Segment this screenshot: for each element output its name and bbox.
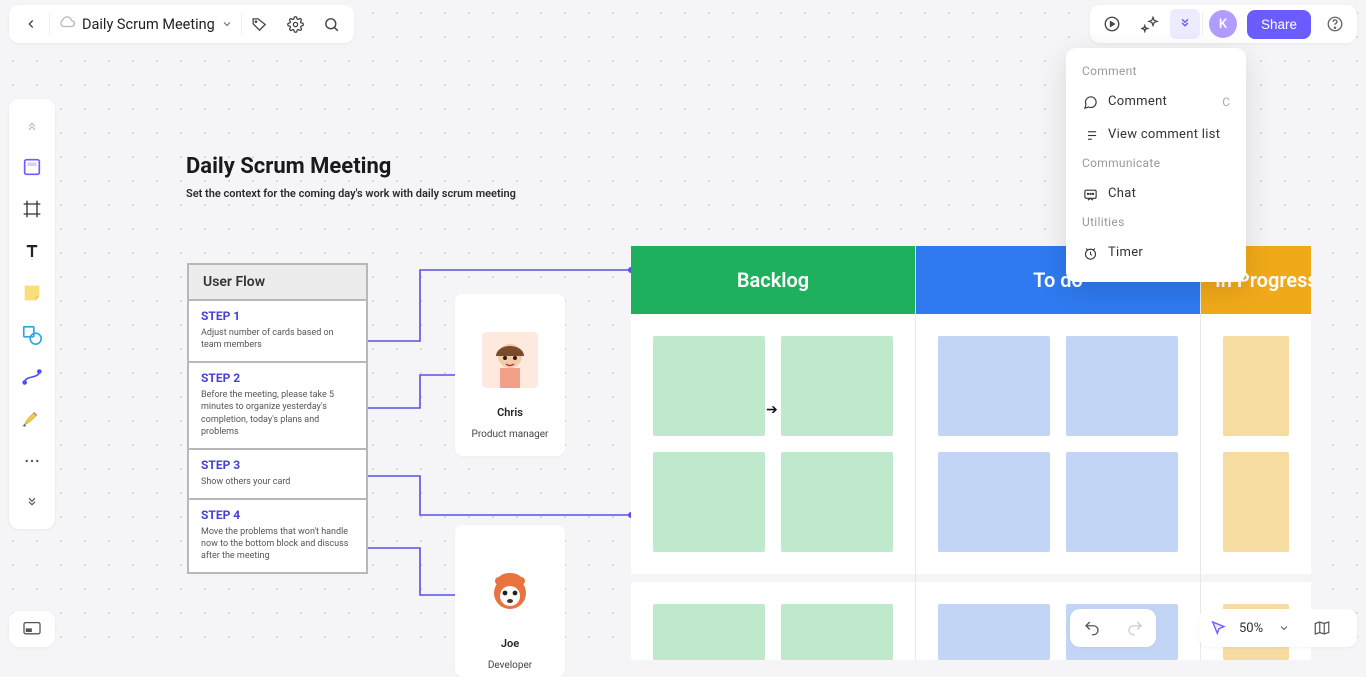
comment-icon xyxy=(1082,94,1098,110)
page-title-block: Daily Scrum Meeting Set the context for … xyxy=(186,154,516,200)
document-title[interactable]: Daily Scrum Meeting xyxy=(50,13,241,35)
tool-connector[interactable] xyxy=(14,359,50,395)
user-avatar[interactable]: K xyxy=(1209,10,1237,38)
kanban-card[interactable] xyxy=(1066,452,1178,552)
tool-sticky-note[interactable] xyxy=(14,275,50,311)
history-bar xyxy=(1070,609,1156,647)
pointer-button[interactable] xyxy=(1199,609,1237,647)
page-subtitle: Set the context for the coming day's wor… xyxy=(186,187,516,200)
kanban-card[interactable] xyxy=(1223,452,1289,552)
person-card-chris[interactable]: Chris Product manager xyxy=(455,294,565,456)
cloud-icon xyxy=(58,13,76,35)
kanban-card[interactable] xyxy=(653,336,765,436)
search-button[interactable] xyxy=(314,6,350,42)
comment-menu-button[interactable] xyxy=(1170,9,1200,39)
tag-button[interactable] xyxy=(242,6,278,42)
zoom-dropdown-button[interactable] xyxy=(1265,609,1303,647)
dd-item-comment[interactable]: Comment C xyxy=(1066,86,1246,119)
userflow-step-3[interactable]: STEP 3 Show others your card xyxy=(189,450,366,500)
present-button[interactable] xyxy=(1094,6,1130,42)
kanban-card[interactable] xyxy=(781,452,893,552)
kanban-card[interactable] xyxy=(781,604,893,660)
tool-text[interactable] xyxy=(14,233,50,269)
chevron-down-icon xyxy=(221,18,233,30)
dd-section-utilities: Utilities xyxy=(1066,211,1246,237)
dd-item-chat[interactable]: Chat xyxy=(1066,178,1246,211)
kanban-card[interactable] xyxy=(781,336,893,436)
kanban-col-in-progress[interactable]: In Progress xyxy=(1201,246,1311,660)
list-icon xyxy=(1082,127,1098,143)
back-button[interactable] xyxy=(13,6,49,42)
redo-button[interactable] xyxy=(1116,609,1154,647)
kanban-card[interactable] xyxy=(938,452,1050,552)
userflow-step-4[interactable]: STEP 4 Move the problems that won't hand… xyxy=(189,500,366,572)
timer-icon xyxy=(1082,245,1098,261)
header-right: K Share xyxy=(1090,5,1357,43)
tool-container[interactable] xyxy=(14,149,50,185)
avatar-joe xyxy=(482,563,538,619)
tool-more[interactable] xyxy=(14,443,50,479)
chat-icon xyxy=(1082,186,1098,202)
kanban-card[interactable] xyxy=(938,336,1050,436)
expand-toolbar-button[interactable] xyxy=(14,485,50,521)
left-toolbar xyxy=(9,99,55,529)
undo-button[interactable] xyxy=(1073,609,1111,647)
kanban-card[interactable] xyxy=(938,604,1050,660)
kanban-card[interactable] xyxy=(653,452,765,552)
kanban-card[interactable] xyxy=(1066,336,1178,436)
kanban-col-backlog[interactable]: Backlog xyxy=(631,246,916,660)
kanban-col-todo[interactable]: To do xyxy=(916,246,1201,660)
page-title: Daily Scrum Meeting xyxy=(186,154,516,179)
dd-item-view-comment-list[interactable]: View comment list xyxy=(1066,119,1246,152)
collapse-toolbar-button[interactable] xyxy=(14,107,50,143)
tool-frame[interactable] xyxy=(14,191,50,227)
comment-dropdown: Comment Comment C View comment list Comm… xyxy=(1066,48,1246,282)
tool-shape[interactable] xyxy=(14,317,50,353)
dd-section-communicate: Communicate xyxy=(1066,152,1246,178)
userflow-step-1[interactable]: STEP 1 Adjust number of cards based on t… xyxy=(189,301,366,363)
map-view-button[interactable] xyxy=(1303,609,1341,647)
userflow-card[interactable]: User Flow STEP 1 Adjust number of cards … xyxy=(187,263,368,574)
dd-section-comment: Comment xyxy=(1066,60,1246,86)
arrow-icon: ➔ xyxy=(766,402,778,418)
minimap-button[interactable] xyxy=(9,611,55,647)
help-button[interactable] xyxy=(1317,6,1353,42)
header-left: Daily Scrum Meeting xyxy=(9,5,354,43)
tool-pen[interactable] xyxy=(14,401,50,437)
view-bar: 50% xyxy=(1199,609,1357,647)
dd-item-timer[interactable]: Timer xyxy=(1066,237,1246,270)
userflow-header: User Flow xyxy=(189,265,366,301)
kanban-board[interactable]: Backlog To do In Progress xyxy=(631,246,1311,660)
zoom-value: 50% xyxy=(1237,621,1265,636)
userflow-step-2[interactable]: STEP 2 Before the meeting, please take 5… xyxy=(189,363,366,450)
sparkle-button[interactable] xyxy=(1132,6,1168,42)
kanban-card[interactable] xyxy=(653,604,765,660)
person-card-joe[interactable]: Joe Developer xyxy=(455,525,565,677)
share-button[interactable]: Share xyxy=(1247,10,1311,39)
document-title-text: Daily Scrum Meeting xyxy=(82,16,215,33)
settings-button[interactable] xyxy=(278,6,314,42)
avatar-chris xyxy=(482,332,538,388)
kanban-card[interactable] xyxy=(1223,336,1289,436)
